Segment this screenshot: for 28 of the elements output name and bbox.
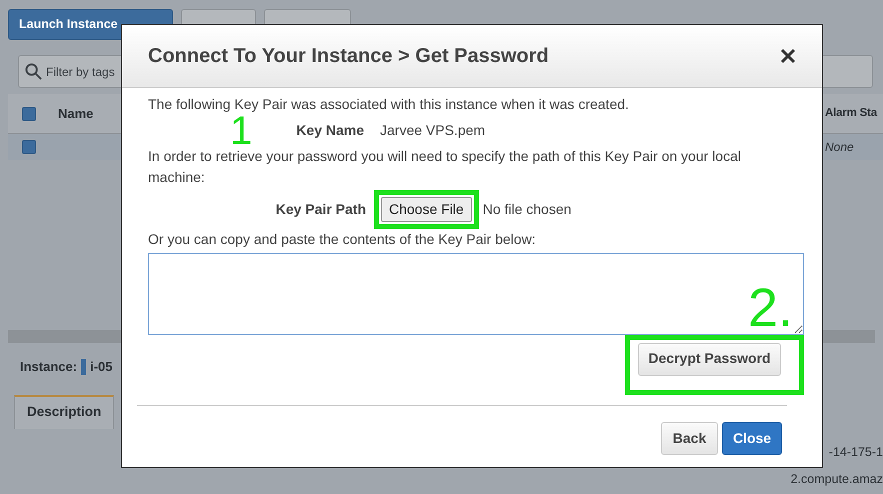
search-icon — [25, 63, 42, 80]
close-button[interactable]: Close — [722, 422, 782, 454]
field-label: Key Pair Path — [274, 200, 367, 219]
detail-tab[interactable]: Description — [14, 394, 114, 428]
detail-text: 2.compute.amaz — [790, 471, 883, 488]
back-button[interactable]: Back — [661, 422, 718, 454]
field-label: Key Name — [296, 120, 364, 140]
key-input-box[interactable] — [148, 252, 804, 334]
step-number: 2. — [748, 286, 793, 330]
column-header: Alarm Sta — [825, 106, 878, 121]
instance-marker — [81, 358, 86, 375]
dialog-title: Connect To Your Instance > Get Password — [148, 44, 549, 69]
choose-file-button[interactable]: Choose File — [381, 196, 472, 222]
step-number: 1 — [230, 116, 252, 146]
decrypt-button[interactable]: Decrypt Password — [638, 342, 781, 376]
instance-label: Instance: — [20, 358, 78, 376]
instructions-text: In order to retrieve your password you will need to specify the path of this Key Pair on your local machine: — [148, 146, 742, 187]
intro-text: The following Key Pair was associated with this instance when it was created. — [148, 95, 630, 114]
header-checkbox[interactable] — [22, 106, 36, 120]
column-header: Name — [58, 104, 94, 123]
close-button[interactable] — [780, 48, 796, 64]
file-status: No file chosen — [482, 200, 572, 218]
detail-text: -14-175-1 — [828, 444, 883, 461]
paste-hint: Or you can copy and paste the contents of the Key Pair below: — [148, 230, 537, 249]
key-name-value: Jarvee VPS.pem — [380, 120, 486, 140]
table-cell-text: None — [825, 139, 855, 156]
instance-id: i-05 — [90, 358, 112, 376]
row-checkbox[interactable] — [22, 140, 36, 154]
